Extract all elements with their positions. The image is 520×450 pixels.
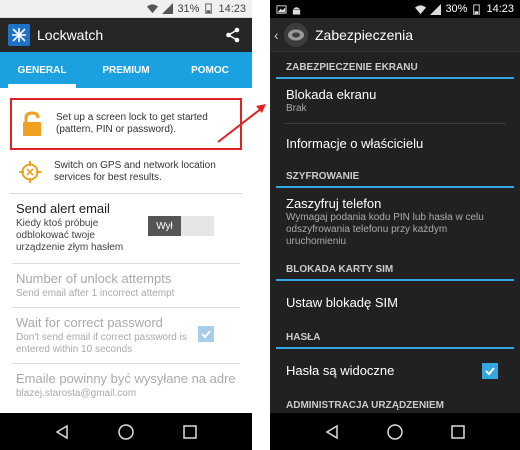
tab-bar: GENERAL PREMIUM POMOC [0,52,252,88]
signal-icon [162,3,174,14]
section-screen-security: ZABEZPIECZENIE EKRANU [276,52,514,79]
battery-icon [205,3,213,14]
chevron-left-icon[interactable]: ‹ [274,27,284,43]
home-icon[interactable] [115,421,137,443]
nav-bar [270,413,520,450]
image-icon [276,4,287,14]
action-bar: Lockwatch [0,18,252,52]
passwords-visible-title: Hasła są widoczne [286,363,395,378]
action-bar: ‹ Zabezpieczenia [270,18,520,52]
send-alert-toggle[interactable]: Wył [148,216,214,236]
screen-lock-summary: Brak [286,103,307,114]
wifi-icon [415,4,427,14]
wifi-icon [147,4,159,14]
back-icon[interactable] [51,421,73,443]
setup-screen-lock-text: Set up a screen lock to get started (pat… [56,112,208,135]
android-icon [292,6,301,15]
status-bar: 30% 14:23 [270,0,520,18]
passwords-visible-checkbox[interactable] [482,363,498,379]
page-title: Zabezpieczenia [315,26,414,43]
screen-lock-title: Blokada ekranu [286,87,377,102]
sim-lock-item[interactable]: Ustaw blokadę SIM [270,281,520,324]
wait-password-pref[interactable]: Wait for correct password Don't send ema… [12,308,240,364]
lockwatch-logo-icon [8,24,30,46]
location-services-card[interactable]: Switch on GPS and network location servi… [10,150,242,194]
section-encryption: SZYFROWANIE [276,163,514,188]
gps-target-icon [16,158,44,186]
nav-bar [0,413,252,450]
clock: 14:23 [218,2,246,15]
passwords-visible-item[interactable]: Hasła są widoczne [270,349,520,392]
toggle-off-label: Wył [148,216,181,236]
emails-pref[interactable]: Emaile powinny być wysyłane na adre blaz… [12,364,240,407]
wait-password-checkbox[interactable] [198,326,214,342]
settings-icon[interactable] [284,22,308,47]
emails-summary: blazej.starosta@gmail.com [16,388,137,399]
recents-icon[interactable] [447,421,469,443]
tab-premium[interactable]: PREMIUM [84,52,168,88]
battery-percent: 30% [445,3,468,15]
send-alert-summary: Kiedy ktoś próbuje odblokować twoje urzą… [16,218,124,253]
app-title: Lockwatch [37,27,104,43]
home-icon[interactable] [384,421,406,443]
unlock-attempts-title: Number of unlock attempts [16,271,172,286]
battery-icon [473,3,481,15]
status-bar: 31% 14:23 [0,0,252,18]
battery-percent: 31% [177,2,200,15]
owner-info-title: Informacje o właścicielu [286,136,424,151]
clock: 14:23 [486,3,514,15]
security-settings-screen: 30% 14:23 ‹ Zabezpieczenia ZABEZPIECZENI… [270,0,520,450]
send-alert-title: Send alert email [16,201,110,216]
signal-icon [430,3,442,15]
section-passwords: HASŁA [276,324,514,349]
section-sim-lock: BLOKADA KARTY SIM [276,256,514,281]
tab-pomoc[interactable]: POMOC [168,52,252,88]
unlock-attempts-summary: Send email after 1 incorrect attempt [16,288,175,299]
recents-icon[interactable] [179,421,201,443]
send-alert-pref[interactable]: Send alert email Kiedy ktoś próbuje odbl… [12,194,240,264]
wait-password-summary: Don't send email if correct password is … [16,332,187,355]
sim-lock-title: Ustaw blokadę SIM [286,295,398,310]
screen-lock-item[interactable]: Blokada ekranu Brak [270,79,520,123]
padlock-icon [18,110,46,138]
lockwatch-screen: 31% 14:23 Lockwatch GENERAL PREMIUM POMO… [0,0,252,450]
encrypt-phone-title: Zaszyfruj telefon [286,196,382,211]
owner-info-item[interactable]: Informacje o właścicielu [270,124,520,163]
setup-screen-lock-card[interactable]: Set up a screen lock to get started (pat… [10,98,242,150]
unlock-attempts-pref[interactable]: Number of unlock attempts Send email aft… [12,264,240,308]
encrypt-phone-item[interactable]: Zaszyfruj telefon Wymagaj podania kodu P… [270,188,520,256]
encrypt-phone-summary: Wymagaj podania kodu PIN lub hasła w cel… [286,212,484,247]
emails-title: Emaile powinny być wysyłane na adre [16,371,236,386]
share-icon[interactable] [222,24,244,46]
tab-general[interactable]: GENERAL [0,52,84,88]
back-icon[interactable] [321,421,343,443]
location-services-text: Switch on GPS and network location servi… [54,159,216,183]
